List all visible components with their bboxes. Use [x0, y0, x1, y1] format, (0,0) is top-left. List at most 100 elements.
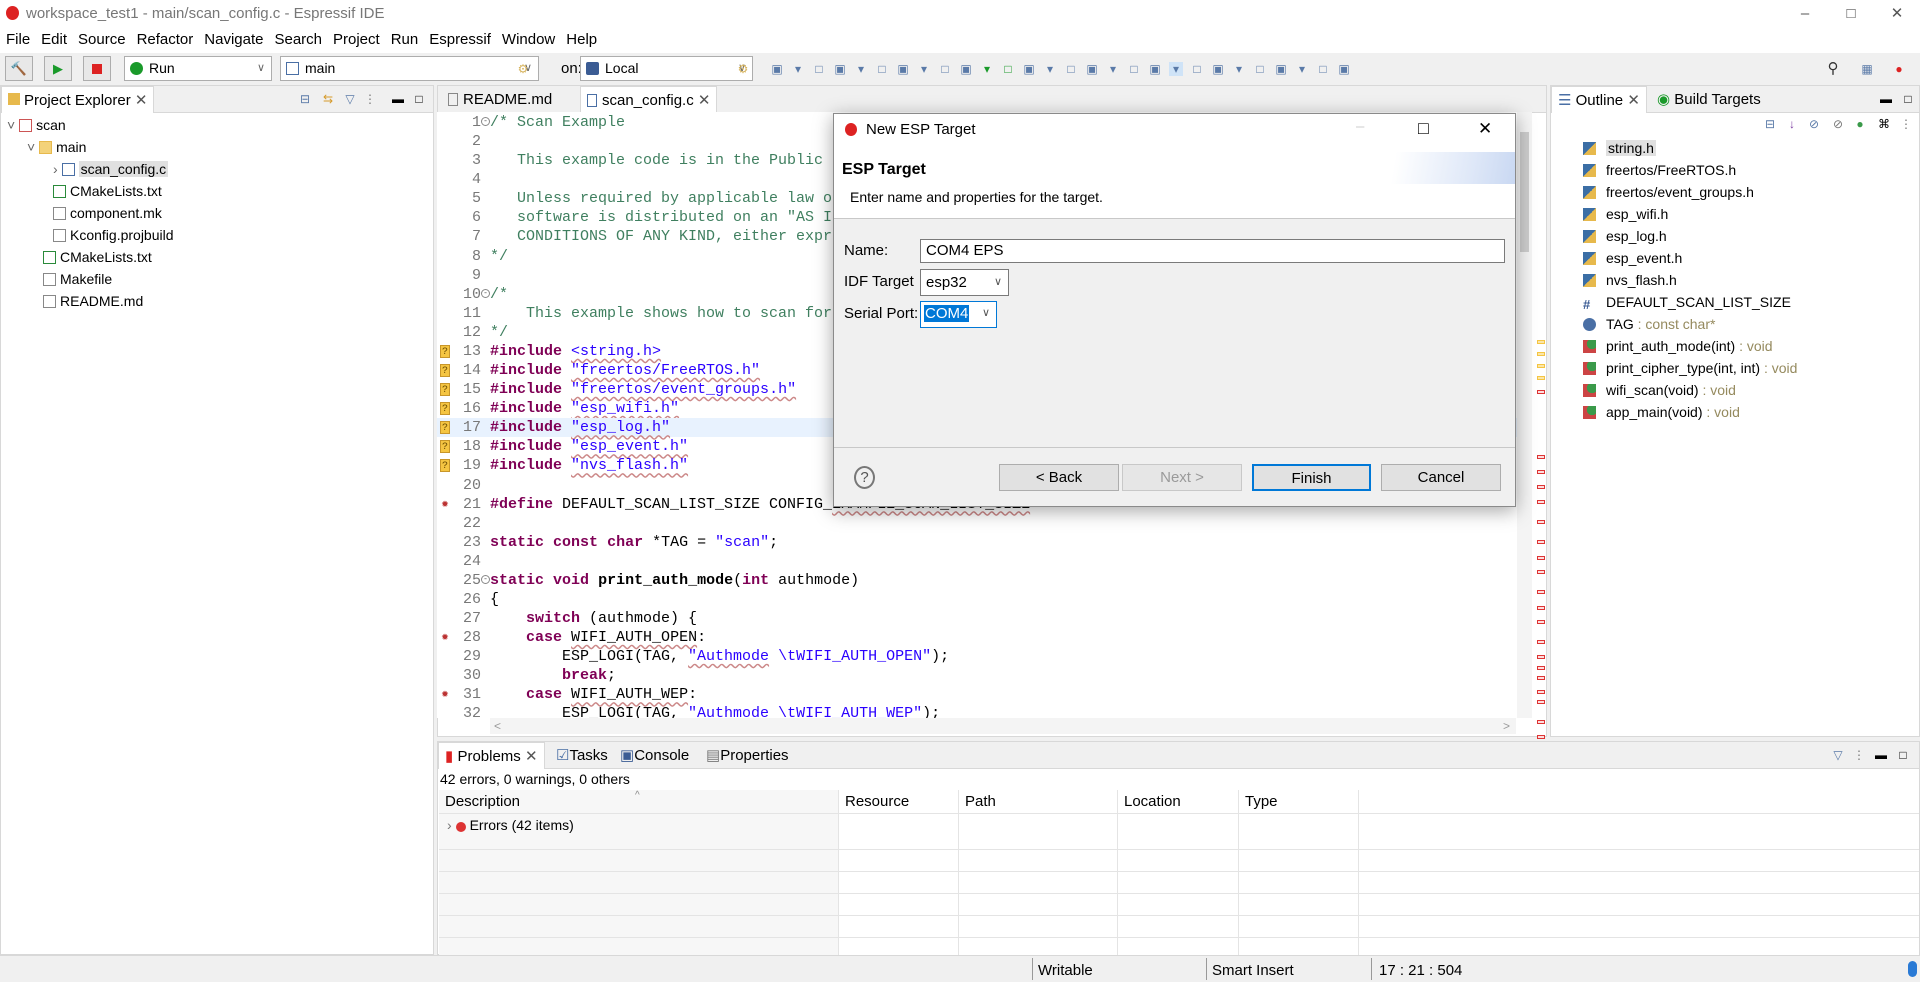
error-marker[interactable]: [1537, 676, 1545, 680]
error-marker[interactable]: [1537, 606, 1545, 610]
outline-item[interactable]: # DEFAULT_SCAN_LIST_SIZE: [1583, 291, 1791, 313]
collapse-all-icon[interactable]: ⊟: [298, 92, 312, 106]
chevron-down-icon[interactable]: ˅: [27, 139, 39, 155]
tab-problems[interactable]: ▮ Problems ✕: [438, 742, 545, 769]
minimize-view-icon[interactable]: ▬: [391, 92, 405, 106]
menu-refactor[interactable]: Refactor: [131, 27, 199, 48]
error-marker[interactable]: [1537, 556, 1545, 560]
run-icon[interactable]: □: [1001, 62, 1015, 76]
name-input[interactable]: COM4 EPS: [920, 239, 1505, 263]
next-annotation-icon[interactable]: ▾: [1232, 62, 1246, 76]
fold-toggle-icon[interactable]: -: [481, 117, 490, 126]
refresh-icon[interactable]: ▣: [959, 62, 973, 76]
warning-marker-icon[interactable]: ?: [440, 440, 450, 454]
view-menu-icon[interactable]: ⋮: [363, 92, 377, 106]
hide-nonpublic-icon[interactable]: ●: [1853, 117, 1867, 131]
close-icon[interactable]: ✕: [1627, 92, 1640, 109]
open-type-icon[interactable]: □: [1127, 62, 1141, 76]
open-element-icon[interactable]: ▾: [1106, 62, 1120, 76]
outline-item[interactable]: esp_wifi.h: [1583, 203, 1668, 225]
sort-icon[interactable]: ↓: [1785, 117, 1799, 131]
menu-window[interactable]: Window: [496, 27, 560, 48]
error-marker[interactable]: [1537, 655, 1545, 659]
toggle-highlight-icon[interactable]: ▾: [1169, 62, 1183, 76]
tab-console[interactable]: ▣Console: [614, 742, 695, 769]
menu-help[interactable]: Help: [560, 27, 602, 48]
error-marker[interactable]: [1537, 700, 1545, 704]
warning-marker-icon[interactable]: ?: [440, 421, 450, 435]
launch-button[interactable]: ▶: [44, 56, 72, 81]
warning-marker-icon[interactable]: ?: [440, 364, 450, 378]
column-header-path[interactable]: Path: [965, 793, 996, 810]
launch-mode-select[interactable]: Run ∨: [124, 56, 272, 81]
gear-icon[interactable]: ⚙: [736, 62, 750, 76]
launch-config-select[interactable]: main ∨: [280, 56, 539, 81]
dialog-minimize-button[interactable]: –: [1356, 118, 1364, 135]
editor-vertical-scrollbar[interactable]: [1517, 112, 1532, 718]
error-marker-icon[interactable]: ✹: [440, 688, 450, 701]
error-marker[interactable]: [1537, 540, 1545, 544]
column-header-description[interactable]: Description: [445, 793, 520, 810]
tree-item[interactable]: Makefile: [43, 268, 112, 290]
help-button[interactable]: ?: [854, 466, 875, 489]
espressif-perspective-icon[interactable]: ●: [1892, 62, 1906, 76]
mark-occurrences-icon[interactable]: ▣: [1148, 62, 1162, 76]
menu-search[interactable]: Search: [268, 27, 327, 48]
view-menu-icon[interactable]: ⋮: [1899, 117, 1913, 131]
outline-item[interactable]: string.h: [1583, 137, 1656, 159]
launch-target-select[interactable]: Local ∨: [580, 56, 753, 81]
back-icon[interactable]: ▾: [1295, 62, 1309, 76]
outline-item[interactable]: TAG : const char*: [1583, 313, 1715, 335]
terminal-icon[interactable]: ▾: [1043, 62, 1057, 76]
tree-item[interactable]: › scan_config.c: [53, 158, 169, 180]
external-tools-icon[interactable]: ▣: [1022, 62, 1036, 76]
idf-target-select[interactable]: esp32 ∨: [920, 269, 1009, 296]
tab-readme[interactable]: README.md: [442, 86, 558, 113]
maximize-view-icon[interactable]: □: [1901, 92, 1915, 106]
editor-horizontal-scrollbar[interactable]: < >: [490, 718, 1516, 734]
last-edit-icon[interactable]: ▣: [1274, 62, 1288, 76]
tree-item[interactable]: CMakeLists.txt: [43, 246, 152, 268]
hide-fields-icon[interactable]: ⊘: [1807, 117, 1821, 131]
error-marker[interactable]: [1537, 735, 1545, 739]
tab-properties[interactable]: ▤Properties: [700, 742, 795, 769]
finish-button[interactable]: Finish: [1252, 464, 1371, 491]
flash-icon[interactable]: □: [1064, 62, 1078, 76]
outline-item[interactable]: print_cipher_type(int, int) : void: [1583, 357, 1797, 379]
menu-run[interactable]: Run: [385, 27, 424, 48]
column-header-location[interactable]: Location: [1124, 793, 1181, 810]
hide-macros-icon[interactable]: ⌘: [1877, 117, 1891, 131]
outline-item[interactable]: wifi_scan(void) : void: [1583, 379, 1736, 401]
maximize-button[interactable]: □: [1828, 0, 1874, 27]
outline-item[interactable]: app_main(void) : void: [1583, 401, 1740, 423]
minimize-view-icon[interactable]: ▬: [1874, 748, 1888, 762]
chevron-right-icon[interactable]: ›: [447, 817, 456, 833]
error-marker[interactable]: [1537, 590, 1545, 594]
save-icon[interactable]: ▾: [791, 62, 805, 76]
back-button[interactable]: < Back: [999, 464, 1119, 491]
problem-row[interactable]: › Errors (42 items): [447, 814, 574, 836]
close-icon[interactable]: ✕: [525, 748, 538, 765]
error-marker[interactable]: [1537, 620, 1545, 624]
warning-marker-icon[interactable]: ?: [440, 402, 450, 416]
error-marker[interactable]: [1537, 390, 1545, 394]
filter-icon[interactable]: ▽: [343, 92, 357, 106]
chevron-down-icon[interactable]: ˅: [7, 117, 19, 133]
binary-icon[interactable]: □: [875, 62, 889, 76]
warning-marker[interactable]: [1537, 364, 1545, 368]
link-editor-icon[interactable]: ⇆: [321, 92, 335, 106]
new-class-icon[interactable]: ▣: [896, 62, 910, 76]
close-icon[interactable]: ✕: [698, 92, 711, 109]
tab-project-explorer[interactable]: Project Explorer ✕: [1, 86, 155, 113]
help-icon[interactable]: [1908, 961, 1917, 977]
outline-item[interactable]: freertos/event_groups.h: [1583, 181, 1754, 203]
tree-item[interactable]: component.mk: [53, 202, 162, 224]
build-config-icon[interactable]: ▾: [854, 62, 868, 76]
monitor-icon[interactable]: ▣: [1085, 62, 1099, 76]
menu-edit[interactable]: Edit: [35, 27, 72, 48]
fold-toggle-icon[interactable]: -: [481, 574, 490, 584]
tree-item[interactable]: README.md: [43, 290, 143, 312]
debug-config-icon[interactable]: ▣: [833, 62, 847, 76]
column-header-type[interactable]: Type: [1245, 793, 1278, 810]
menu-espressif[interactable]: Espressif: [423, 27, 496, 48]
